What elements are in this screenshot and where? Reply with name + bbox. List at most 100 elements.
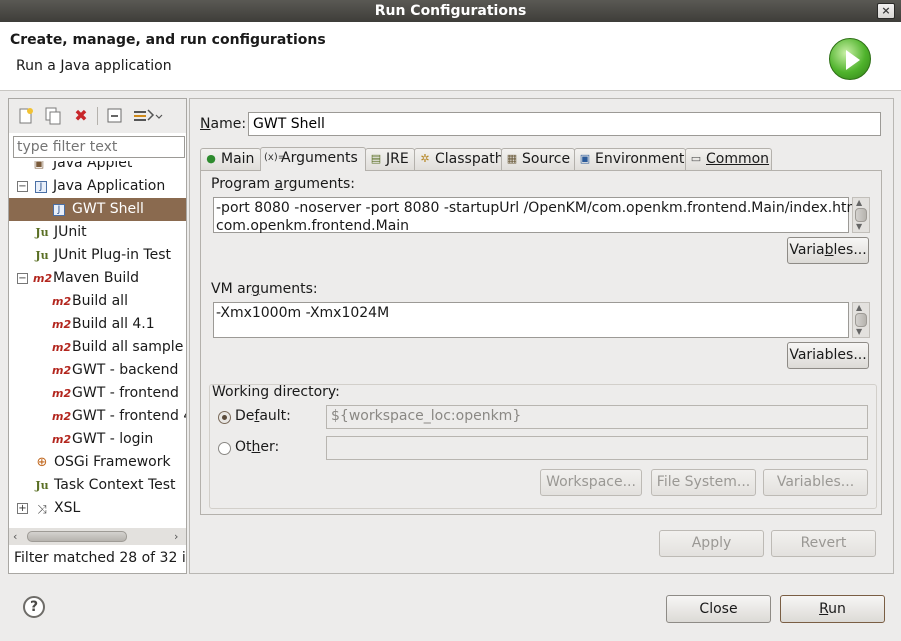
label-part: rguments: — [283, 176, 356, 192]
filter-status: Filter matched 28 of 32 items — [14, 550, 186, 566]
tree-item-label: Build all — [72, 293, 128, 309]
tab-jre[interactable]: ▤ JRE — [365, 148, 415, 170]
scroll-right-icon[interactable]: › — [174, 528, 178, 545]
tree-item-gwt-shell[interactable]: J GWT Shell — [9, 198, 186, 221]
expand-icon[interactable]: + — [17, 503, 28, 514]
vm-arguments-label: VM arguments: — [211, 281, 318, 297]
new-config-icon[interactable] — [16, 106, 36, 126]
tree-item-label: Task Context Test — [54, 477, 176, 493]
collapse-icon[interactable]: − — [17, 273, 28, 284]
program-arguments-line: -port 8080 -noserver -port 8080 -startup… — [216, 200, 865, 216]
source-tab-icon: ▦ — [506, 152, 518, 165]
tab-classpath[interactable]: ✲ Classpath — [414, 148, 504, 170]
filter-icon[interactable] — [131, 106, 163, 126]
window-close-icon[interactable]: × — [877, 3, 895, 19]
tree-item-java-application[interactable]: − J Java Application — [9, 175, 186, 198]
tree-item-build-all-sample[interactable]: m2 Build all sample — [9, 336, 186, 359]
tree-item-gwt-backend[interactable]: m2 GWT - backend — [9, 359, 186, 382]
workspace-button[interactable]: Workspace... — [540, 469, 642, 496]
maven-icon: m2 — [52, 387, 72, 400]
tree-item-gwt-frontend-4[interactable]: m2 GWT - frontend 4. — [9, 405, 186, 428]
scroll-up-icon[interactable]: ▲ — [856, 303, 862, 312]
label-part: De — [235, 408, 255, 424]
arguments-tab-icon: (x)= — [264, 152, 287, 163]
tab-label: Environment — [595, 151, 685, 167]
scroll-down-icon[interactable]: ▼ — [856, 222, 862, 231]
tree-item-task-context-test[interactable]: Ju Task Context Test — [9, 474, 186, 497]
directory-variables-button[interactable]: Variables... — [763, 469, 868, 496]
tab-label: Main — [221, 151, 255, 167]
name-label-text: ame: — [210, 116, 247, 132]
java-applet-icon: ▣ — [33, 161, 45, 170]
label-mnemonic: a — [274, 176, 284, 192]
collapse-icon[interactable]: − — [17, 181, 28, 192]
tab-source[interactable]: ▦ Source — [501, 148, 575, 170]
vm-arguments-input[interactable]: -Xmx1000m -Xmx1024M — [213, 302, 849, 338]
tree-item-osgi-framework[interactable]: ⊕ OSGi Framework — [9, 451, 186, 474]
run-icon — [829, 38, 871, 80]
tree-horizontal-scrollbar[interactable]: ‹ › — [9, 528, 186, 545]
default-radio[interactable] — [218, 411, 231, 424]
delete-icon[interactable]: ✖ — [71, 106, 91, 126]
header-title: Create, manage, and run configurations — [10, 32, 326, 48]
button-label-part: Varia — [789, 242, 825, 258]
configuration-toolbar: ✖ — [9, 99, 186, 133]
scrollbar-thumb[interactable] — [855, 313, 867, 327]
tree-item-java-applet[interactable]: ▣ Java Applet — [9, 161, 186, 175]
tree-item-junit[interactable]: Ju JUnit — [9, 221, 186, 244]
revert-button[interactable]: Revert — [771, 530, 876, 557]
default-label: Default: — [235, 408, 291, 424]
tree-item-label: Java Applet — [53, 161, 133, 171]
tree-item-build-all-4-1[interactable]: m2 Build all 4.1 — [9, 313, 186, 336]
tab-environment[interactable]: ▣ Environment — [574, 148, 686, 170]
header-subtitle: Run a Java application — [16, 58, 172, 74]
program-arguments-line: com.openkm.frontend.Main — [216, 218, 410, 234]
window-title: Run Configurations — [374, 3, 527, 19]
tab-label: Arguments — [281, 150, 358, 166]
scroll-down-icon[interactable]: ▼ — [856, 327, 862, 336]
tree-item-label: GWT - frontend — [72, 385, 179, 401]
maven-icon: m2 — [52, 433, 72, 446]
button-label-part: les... — [833, 242, 867, 258]
help-icon[interactable]: ? — [23, 596, 45, 618]
tab-common[interactable]: ▭ Common — [685, 148, 772, 170]
scroll-up-icon[interactable]: ▲ — [856, 198, 862, 207]
duplicate-icon[interactable] — [43, 106, 63, 126]
scrollbar-thumb[interactable] — [27, 531, 127, 542]
apply-button[interactable]: Apply — [659, 530, 764, 557]
tree-item-junit-plugin-test[interactable]: Ju JUnit Plug-in Test — [9, 244, 186, 267]
scrollbar-thumb[interactable] — [855, 208, 867, 222]
tab-label: Classpath — [435, 151, 504, 167]
collapse-all-icon[interactable] — [105, 106, 125, 126]
tree-item-gwt-login[interactable]: m2 GWT - login — [9, 428, 186, 451]
vm-arguments-scrollbar[interactable]: ▲ ▼ — [852, 302, 870, 338]
classpath-tab-icon: ✲ — [420, 152, 430, 165]
close-button[interactable]: Close — [666, 595, 771, 623]
other-radio[interactable] — [218, 442, 231, 455]
tree-item-label: OSGi Framework — [54, 454, 171, 470]
dialog-header: Create, manage, and run configurations R… — [0, 22, 901, 91]
tree-item-maven-build[interactable]: − m2 Maven Build — [9, 267, 186, 290]
button-label-part: Variables — [789, 347, 854, 363]
program-arguments-scrollbar[interactable]: ▲ ▼ — [852, 197, 870, 233]
configuration-tree: ▣ Java Applet − J Java Application J GWT… — [9, 161, 186, 528]
tree-item-gwt-frontend[interactable]: m2 GWT - frontend — [9, 382, 186, 405]
filter-input[interactable] — [13, 136, 185, 158]
other-label: Other: — [235, 439, 279, 455]
tree-item-xsl[interactable]: + ⤨ XSL — [9, 497, 186, 520]
button-label-mnemonic: R — [819, 600, 829, 617]
run-button[interactable]: Run — [780, 595, 885, 623]
program-variables-button[interactable]: Variables... — [787, 237, 869, 264]
tree-item-build-all[interactable]: m2 Build all — [9, 290, 186, 313]
scroll-left-icon[interactable]: ‹ — [13, 528, 17, 545]
tab-main[interactable]: ● Main — [200, 148, 261, 170]
name-input[interactable] — [248, 112, 881, 136]
name-label: Name: — [200, 116, 246, 132]
other-directory-input[interactable] — [326, 436, 868, 460]
maven-icon: m2 — [52, 364, 72, 377]
program-arguments-input[interactable]: -port 8080 -noserver -port 8080 -startup… — [213, 197, 865, 234]
file-system-button[interactable]: File System... — [651, 469, 756, 496]
program-arguments-group: Program arguments: -port 8080 -noserver … — [211, 174, 877, 268]
vm-variables-button[interactable]: Variables... — [787, 342, 869, 369]
tab-arguments[interactable]: (x)= Arguments — [260, 147, 366, 171]
